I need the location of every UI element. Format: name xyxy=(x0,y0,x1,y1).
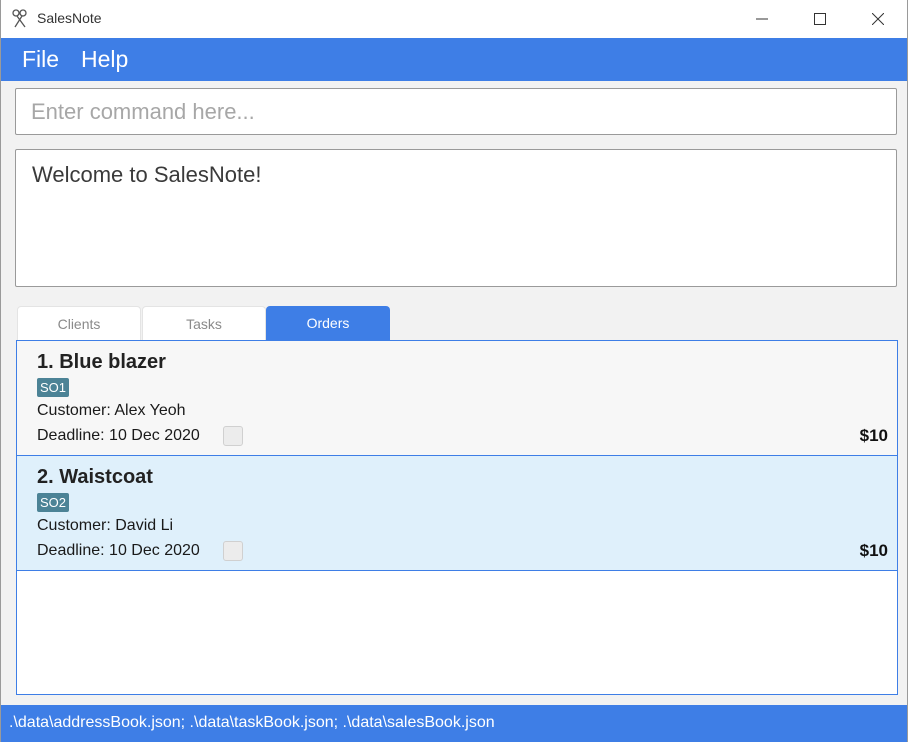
maximize-icon xyxy=(814,13,826,25)
tab-orders[interactable]: Orders xyxy=(266,306,390,340)
app-window: SalesNote File Help Welcome to SalesNote… xyxy=(0,0,908,742)
title-bar[interactable]: SalesNote xyxy=(1,0,907,38)
order-title: 1. Blue blazer xyxy=(37,351,166,373)
order-list[interactable]: 1. Blue blazer SO1 Customer: Alex Yeoh D… xyxy=(16,340,898,695)
list-item[interactable]: 2. Waistcoat SO2 Customer: David Li Dead… xyxy=(17,456,897,571)
result-text: Welcome to SalesNote! xyxy=(32,162,262,187)
tab-clients[interactable]: Clients xyxy=(17,306,141,340)
menu-bar: File Help xyxy=(1,38,907,81)
order-customer: Customer: David Li xyxy=(37,517,174,534)
minimize-button[interactable] xyxy=(733,0,791,38)
order-deadline: Deadline: 10 Dec 2020 xyxy=(37,427,200,444)
order-done-checkbox[interactable] xyxy=(223,426,243,446)
order-customer: Customer: Alex Yeoh xyxy=(37,402,186,419)
command-input[interactable] xyxy=(16,89,896,134)
result-display: Welcome to SalesNote! xyxy=(15,149,897,287)
scissors-icon xyxy=(12,9,27,28)
order-tag: SO2 xyxy=(37,493,70,512)
tab-tasks[interactable]: Tasks xyxy=(142,306,266,340)
minimize-icon xyxy=(756,18,768,20)
maximize-button[interactable] xyxy=(791,0,849,38)
order-price: $10 xyxy=(859,541,888,560)
order-title: 2. Waistcoat xyxy=(37,466,153,488)
order-tag: SO1 xyxy=(37,378,70,397)
order-done-checkbox[interactable] xyxy=(223,541,243,561)
list-item[interactable]: 1. Blue blazer SO1 Customer: Alex Yeoh D… xyxy=(17,341,897,456)
menu-file[interactable]: File xyxy=(22,46,59,73)
close-icon xyxy=(872,13,884,25)
menu-help[interactable]: Help xyxy=(81,46,128,73)
order-deadline: Deadline: 10 Dec 2020 xyxy=(37,542,200,559)
status-bar: .\data\addressBook.json; .\data\taskBook… xyxy=(1,705,907,742)
order-price: $10 xyxy=(859,426,888,445)
command-box xyxy=(15,88,897,135)
status-text: .\data\addressBook.json; .\data\taskBook… xyxy=(9,714,495,731)
close-button[interactable] xyxy=(849,0,907,38)
window-title: SalesNote xyxy=(37,10,102,26)
